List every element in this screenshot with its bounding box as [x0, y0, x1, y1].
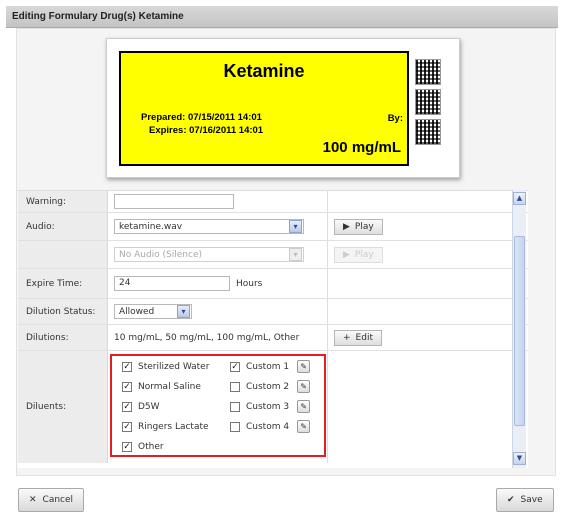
diluents-label: Diluents:	[18, 351, 108, 463]
cancel-button-label: Cancel	[42, 495, 74, 505]
dilutions-label: Dilutions:	[18, 325, 108, 350]
diluent-custom-1[interactable]: ✓ Custom 1 ✎	[230, 360, 311, 373]
warning-label: Warning:	[18, 191, 108, 212]
drug-form: Warning: Audio: ketamine.wav ▾ ▶ Play No…	[18, 190, 528, 468]
checkbox-checked[interactable]: ✓	[122, 442, 132, 452]
expire-time-input[interactable]: 24	[114, 276, 230, 291]
diluent-normal-saline[interactable]: ✓ Normal Saline	[122, 382, 201, 392]
dilutions-value: 10 mg/mL, 50 mg/mL, 100 mg/mL, Other	[114, 332, 300, 343]
pencil-icon[interactable]: ✎	[297, 380, 311, 393]
label-expires: Expires: 07/16/2011 14:01	[149, 125, 264, 136]
checkbox-checked[interactable]: ✓	[230, 361, 240, 372]
checkbox-checked[interactable]: ✓	[122, 362, 132, 372]
chevron-down-icon: ▾	[177, 305, 190, 318]
label-by: By:	[387, 113, 403, 124]
audio-secondary-value: No Audio (Silence)	[119, 249, 203, 260]
scroll-up-icon[interactable]: ▲	[513, 192, 526, 205]
scroll-down-icon[interactable]: ▼	[513, 452, 526, 465]
checkbox-unchecked[interactable]	[230, 421, 240, 432]
audio-label: Audio:	[18, 213, 108, 240]
audio-select-value: ketamine.wav	[119, 221, 183, 232]
chevron-down-icon: ▾	[289, 220, 302, 233]
form-scrollbar[interactable]: ▲ ▼	[512, 190, 526, 468]
cancel-button[interactable]: ✕ Cancel	[18, 488, 85, 512]
warning-row: Warning:	[18, 191, 528, 213]
audio-select[interactable]: ketamine.wav ▾	[114, 219, 304, 234]
plus-icon: +	[343, 332, 351, 343]
barcode-icon	[415, 119, 441, 145]
expire-time-label: Expire Time:	[18, 269, 108, 298]
checkbox-unchecked[interactable]	[230, 381, 240, 392]
diluent-sterilized-water[interactable]: ✓ Sterilized Water	[122, 362, 209, 372]
audio-row: Audio: ketamine.wav ▾ ▶ Play	[18, 213, 528, 241]
pencil-icon[interactable]: ✎	[297, 420, 311, 433]
check-icon: ✔	[507, 495, 515, 505]
audio-secondary-row: No Audio (Silence) ▾ ▶ Play	[18, 241, 528, 269]
dilution-status-value: Allowed	[119, 306, 155, 317]
diluent-custom-4[interactable]: Custom 4 ✎	[230, 420, 311, 433]
scrollbar-thumb[interactable]	[514, 236, 525, 426]
play-button-label: Play	[354, 249, 374, 260]
audio-secondary-select[interactable]: No Audio (Silence) ▾	[114, 247, 304, 262]
diluents-group: ✓ Sterilized Water ✓ Normal Saline ✓ D5W…	[110, 354, 326, 457]
checkbox-checked[interactable]: ✓	[122, 402, 132, 412]
label-prepared: Prepared: 07/15/2011 14:01	[141, 112, 262, 123]
play-icon: ▶	[343, 249, 350, 260]
checkbox-checked[interactable]: ✓	[122, 382, 132, 392]
diluent-ringers-lactate[interactable]: ✓ Ringers Lactate	[122, 422, 209, 432]
dilution-status-row: Dilution Status: Allowed ▾	[18, 299, 528, 325]
diluent-d5w[interactable]: ✓ D5W	[122, 402, 160, 412]
dilutions-row: Dilutions: 10 mg/mL, 50 mg/mL, 100 mg/mL…	[18, 325, 528, 351]
save-button-label: Save	[520, 495, 543, 505]
label-drug-name: Ketamine	[223, 61, 305, 81]
play-button-label: Play	[354, 221, 374, 232]
barcode-icon	[415, 59, 441, 85]
checkbox-unchecked[interactable]	[230, 401, 240, 412]
chevron-down-icon: ▾	[289, 248, 302, 261]
save-button[interactable]: ✔ Save	[496, 488, 554, 512]
expire-time-unit: Hours	[236, 278, 263, 289]
label-preview: Ketamine Prepared: 07/15/2011 14:01 Expi…	[106, 38, 460, 178]
barcode-group	[415, 59, 449, 149]
pencil-icon[interactable]: ✎	[297, 400, 311, 413]
diluent-custom-2[interactable]: Custom 2 ✎	[230, 380, 311, 393]
pencil-icon[interactable]: ✎	[297, 360, 311, 373]
edit-drug-dialog: Editing Formulary Drug(s) Ketamine Ketam…	[0, 0, 571, 521]
dilution-status-select[interactable]: Allowed ▾	[114, 304, 192, 319]
dialog-title: Editing Formulary Drug(s) Ketamine	[6, 6, 558, 28]
dilutions-edit-button[interactable]: + Edit	[334, 329, 382, 346]
checkbox-checked[interactable]: ✓	[122, 422, 132, 432]
diluent-custom-3[interactable]: Custom 3 ✎	[230, 400, 311, 413]
edit-button-label: Edit	[355, 332, 373, 343]
barcode-icon	[415, 89, 441, 115]
dilution-status-label: Dilution Status:	[18, 299, 108, 324]
play-icon: ▶	[343, 221, 350, 232]
diluent-other[interactable]: ✓ Other	[122, 442, 164, 452]
drug-label: Ketamine Prepared: 07/15/2011 14:01 Expi…	[119, 51, 409, 166]
label-concentration: 100 mg/mL	[322, 139, 401, 156]
audio-secondary-play-button[interactable]: ▶ Play	[334, 246, 383, 263]
expire-time-row: Expire Time: 24 Hours	[18, 269, 528, 299]
warning-input[interactable]	[114, 194, 234, 209]
audio-play-button[interactable]: ▶ Play	[334, 218, 383, 235]
x-icon: ✕	[29, 495, 37, 505]
diluents-row: Diluents: ✓ Sterilized Water ✓ Normal Sa…	[18, 351, 528, 463]
